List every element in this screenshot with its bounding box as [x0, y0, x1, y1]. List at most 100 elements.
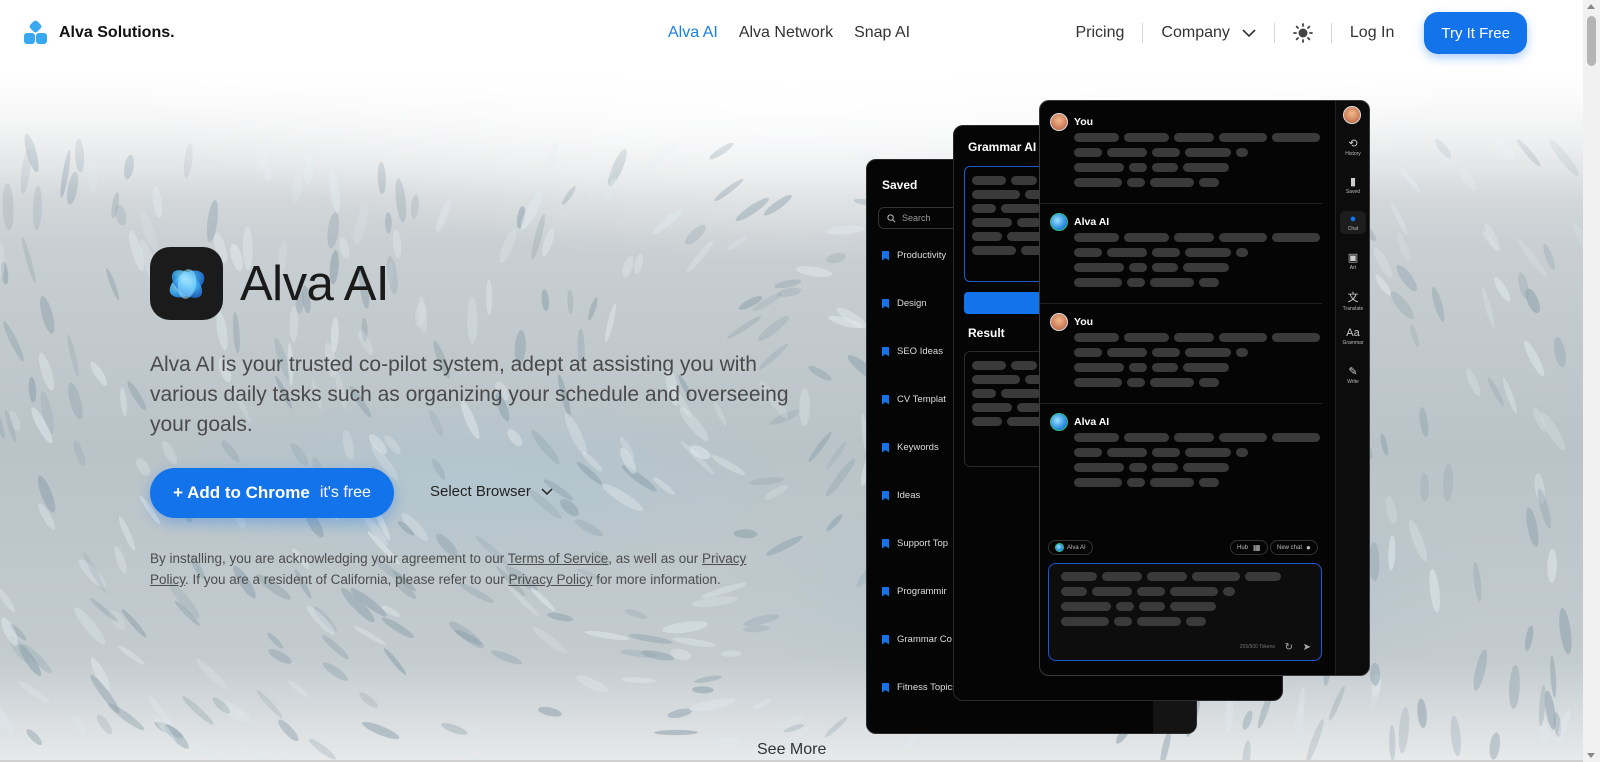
placeholder-line: [1219, 133, 1267, 142]
message-sender: Alva AI: [1074, 416, 1110, 428]
background-petal: [1543, 244, 1555, 270]
background-petal: [826, 514, 843, 532]
product-description: Alva AI is your trusted co-pilot system,…: [150, 353, 789, 436]
sidebar-item-saved: ▮ Saved: [1340, 173, 1366, 197]
background-petal: [1526, 507, 1539, 547]
bookmark-icon: [882, 298, 889, 309]
background-petal: [753, 699, 772, 710]
background-petal: [89, 597, 118, 622]
nav-link-alva-ai[interactable]: Alva AI: [668, 24, 718, 42]
background-petal: [1329, 685, 1345, 721]
placeholder-line: [1174, 333, 1214, 342]
placeholder-line: [1001, 389, 1041, 398]
sidebar-item-label: History: [1345, 151, 1361, 157]
placeholder-line: [1127, 278, 1145, 287]
placeholder-line: [972, 403, 1012, 412]
message-divider: [1040, 403, 1322, 404]
art-icon: ▣: [1347, 252, 1359, 264]
background-petal: [1487, 376, 1504, 406]
background-petal: [290, 442, 309, 466]
scroll-up-arrow[interactable]: [1587, 4, 1595, 9]
background-petal: [602, 484, 644, 512]
placeholder-line: [1074, 363, 1124, 372]
brand-logo[interactable]: Alva Solutions.: [24, 19, 175, 45]
secondary-nav: Pricing Company Log In Try It Free: [1058, 12, 1527, 54]
background-petal: [1305, 718, 1324, 762]
background-petal: [353, 625, 387, 645]
page-scrollbar[interactable]: [1583, 0, 1600, 762]
saved-list-item: Design: [882, 298, 927, 309]
placeholder-line: [1074, 348, 1102, 357]
nav-dropdown-company[interactable]: Company: [1143, 24, 1273, 42]
background-petal: [1417, 698, 1427, 729]
product-heading: Alva AI: [150, 247, 390, 320]
user-message-header: You: [1050, 113, 1093, 131]
scroll-down-arrow[interactable]: [1587, 753, 1595, 758]
saved-list-item: Support Top: [882, 538, 948, 549]
background-petal: [641, 650, 675, 661]
background-petal: [17, 680, 50, 704]
background-petal: [1390, 291, 1415, 320]
background-petal: [1559, 608, 1572, 655]
alva-ai-avatar: [1050, 213, 1068, 231]
sidebar-item-label: Translate: [1342, 306, 1364, 312]
privacy-policy-link-california[interactable]: Privacy Policy: [508, 572, 592, 587]
chevron-down-icon: [541, 487, 553, 495]
scrollbar-thumb[interactable]: [1587, 16, 1596, 66]
nav-link-snap-ai[interactable]: Snap AI: [854, 24, 910, 42]
search-icon: [887, 213, 896, 222]
background-petal: [808, 431, 832, 462]
background-petal: [1494, 277, 1511, 302]
placeholder-line: [1185, 448, 1231, 457]
placeholder-line: [1061, 602, 1111, 611]
bookmark-icon: [882, 346, 889, 357]
background-petal: [1389, 724, 1396, 761]
message-sender: You: [1074, 116, 1094, 128]
placeholder-line: [1236, 248, 1248, 257]
background-petal: [72, 714, 87, 735]
background-petal: [1466, 368, 1481, 397]
nav-link-pricing[interactable]: Pricing: [1058, 24, 1143, 42]
placeholder-line: [972, 417, 1002, 426]
nav-link-alva-network[interactable]: Alva Network: [739, 24, 833, 42]
select-browser-label: Select Browser: [430, 483, 531, 500]
background-petal: [709, 737, 742, 746]
ai-message-header: Alva AI: [1050, 213, 1109, 231]
background-petal: [383, 648, 407, 675]
see-more-link[interactable]: See More: [757, 741, 826, 759]
select-browser-dropdown[interactable]: Select Browser: [430, 483, 553, 500]
saved-item-label: CV Templat: [897, 394, 946, 405]
placeholder-line: [1124, 233, 1169, 242]
saved-list-item: Grammar Co: [882, 634, 952, 645]
placeholder-line: [1272, 133, 1320, 142]
login-link[interactable]: Log In: [1332, 24, 1412, 42]
saved-list-item: Productivity: [882, 250, 946, 261]
bookmark-icon: [882, 586, 889, 597]
free-label: it's free: [319, 484, 371, 501]
placeholder-line: [1017, 218, 1041, 227]
sidebar-item-label: Saved: [1345, 189, 1361, 195]
terms-of-service-link[interactable]: Terms of Service: [508, 551, 609, 566]
add-to-chrome-button[interactable]: + Add to Chrome it's free: [150, 468, 394, 518]
placeholder-line: [1199, 178, 1219, 187]
placeholder-line: [1127, 478, 1145, 487]
theme-toggle-button[interactable]: [1275, 23, 1331, 43]
placeholder-line: [1245, 572, 1281, 581]
placeholder-line: [1185, 348, 1231, 357]
placeholder-line: [1236, 148, 1248, 157]
background-petal: [182, 696, 214, 725]
background-petal: [490, 650, 522, 665]
saved-item-label: Grammar Co: [897, 634, 952, 645]
background-petal: [825, 225, 865, 235]
top-navigation: Alva Solutions. Alva AI Alva Network Sna…: [0, 0, 1583, 68]
token-counter: 255/500 Tokens: [1239, 644, 1275, 650]
placeholder-line: [972, 375, 1020, 384]
new-chat-chip-label: New chat: [1277, 544, 1303, 551]
saved-item-label: SEO Ideas: [897, 346, 943, 357]
placeholder-line: [1129, 463, 1147, 472]
try-it-free-button[interactable]: Try It Free: [1424, 12, 1527, 54]
placeholder-line: [1174, 233, 1214, 242]
bookmark-icon: [882, 538, 889, 549]
background-petal: [576, 675, 609, 693]
sidebar-item-art: ▣ Art: [1340, 249, 1366, 273]
